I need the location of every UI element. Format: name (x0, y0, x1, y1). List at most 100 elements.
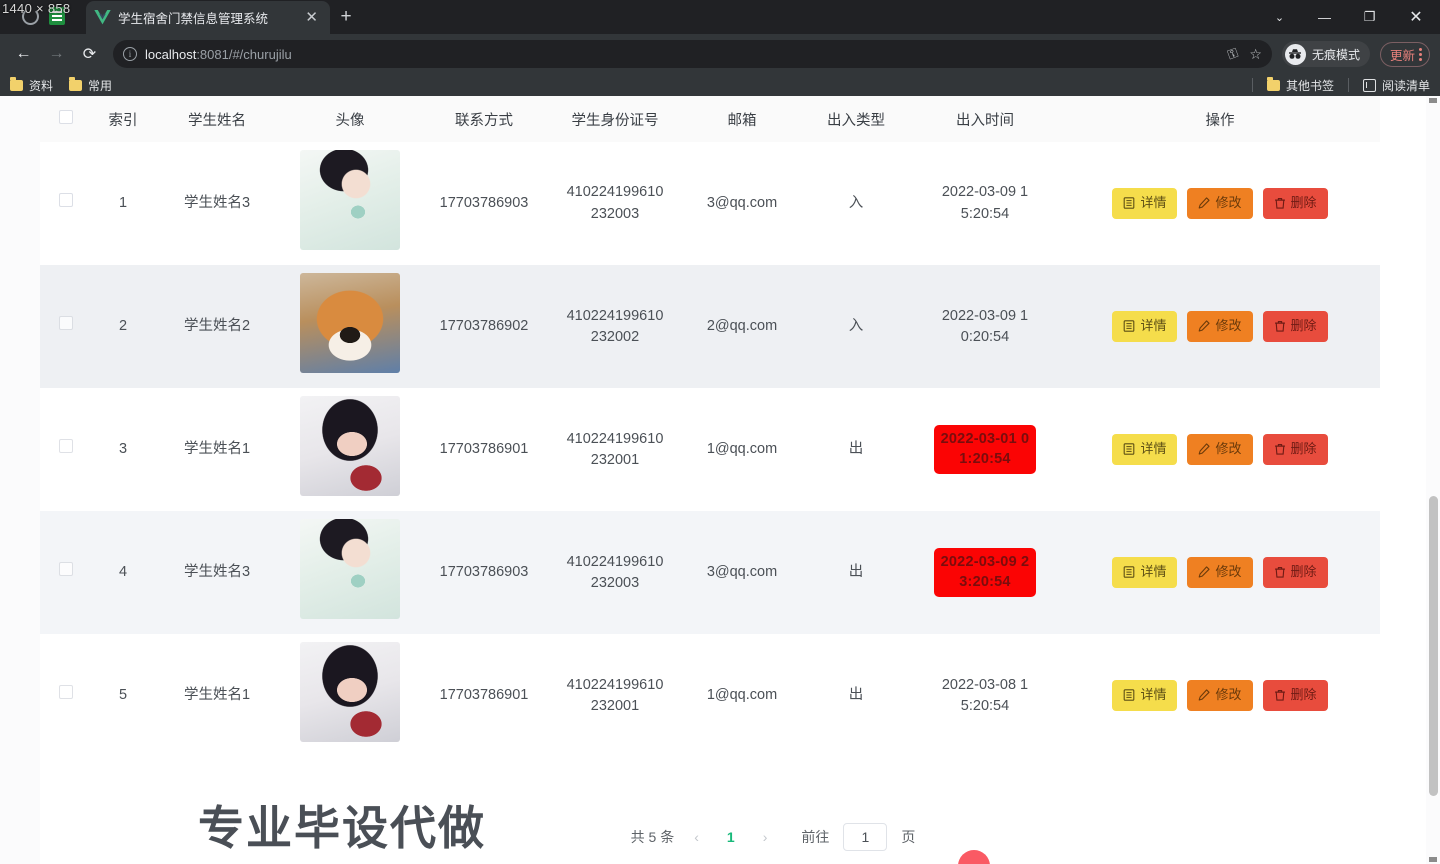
reading-list-button[interactable]: 阅读清单 (1362, 77, 1430, 94)
delete-button[interactable]: 删除 (1262, 188, 1328, 219)
cell-student-name: 学生姓名2 (154, 265, 280, 389)
column-header-avatar: 头像 (280, 96, 420, 142)
other-bookmarks-button[interactable]: 其他书签 (1266, 77, 1334, 94)
cell-phone: 17703786902 (420, 265, 548, 389)
row-select-cell (40, 511, 92, 635)
edit-button[interactable]: 修改 (1187, 188, 1253, 219)
page-scrollbar-thumb[interactable] (1429, 496, 1438, 796)
page-left-gutter (0, 96, 40, 864)
entry-exit-time: 2022-03-09 1 5:20:54 (941, 184, 1029, 222)
edit-button-label: 修改 (1215, 687, 1242, 703)
entry-exit-record-page: 索引 学生姓名 头像 联系方式 学生身份证号 邮箱 出入类型 出入时间 操作 1… (40, 96, 1426, 864)
dimension-overlay-label: 1440 × 858 (2, 1, 71, 16)
avatar-shiba-dog[interactable] (300, 273, 400, 374)
table-row[interactable]: 2 学生姓名2 17703786902 410224199610 232002 2@qq.… (40, 265, 1380, 389)
cell-entry-exit-type: 出 (802, 388, 910, 512)
table-header-row: 索引 学生姓名 头像 联系方式 学生身份证号 邮箱 出入类型 出入时间 操作 (40, 96, 1380, 142)
detail-button[interactable]: 详情 (1112, 434, 1178, 466)
column-header-index: 索引 (92, 96, 154, 142)
bookmark-item-ziliao[interactable]: 资料 (10, 77, 53, 94)
delete-button[interactable]: 删除 (1262, 680, 1328, 712)
avatar-hanfu-woman[interactable] (300, 519, 400, 620)
back-button[interactable]: ← (8, 39, 39, 70)
cell-operations: 详情 修改 删除 (1060, 265, 1380, 389)
browser-tab[interactable]: 学生宿舍门禁信息管理系统 ✕ (86, 1, 330, 34)
delete-button[interactable]: 删除 (1262, 311, 1328, 343)
address-bar[interactable]: i localhost:8081/#/churujilu ⚿ ☆ (113, 40, 1272, 68)
window-close-button[interactable]: ✕ (1392, 0, 1440, 34)
detail-button[interactable]: 详情 (1112, 311, 1178, 343)
pencil-icon (1198, 442, 1211, 457)
delete-button-label: 删除 (1290, 687, 1317, 703)
table-row[interactable]: 1 学生姓名3 17703786903 410224199610 232003 3@qq.… (40, 142, 1380, 266)
edit-button[interactable]: 修改 (1187, 434, 1253, 466)
table-row[interactable]: 5 学生姓名1 17703786901 410224199610 232001 1@qq.… (40, 634, 1380, 758)
incognito-indicator[interactable]: 无痕模式 (1281, 41, 1370, 67)
select-all-checkbox[interactable] (59, 110, 73, 124)
divider (1347, 78, 1349, 92)
trash-icon (1274, 566, 1286, 580)
table-row[interactable]: 4 学生姓名3 17703786903 410224199610 232003 3@qq.… (40, 511, 1380, 635)
bookmark-star-icon[interactable]: ☆ (1249, 46, 1262, 63)
edit-button-label: 修改 (1215, 318, 1242, 334)
browser-toolbar: ← → ⟳ i localhost:8081/#/churujilu ⚿ ☆ 无… (0, 34, 1440, 74)
window-maximize-button[interactable]: ❐ (1347, 0, 1392, 34)
scroll-up-cap[interactable] (1429, 98, 1437, 103)
row-action-group: 详情 修改 删除 (1064, 311, 1376, 343)
divider (1251, 78, 1253, 92)
scroll-down-cap[interactable] (1429, 857, 1437, 862)
bookmarks-bar-right: 其他书签 阅读清单 (1251, 77, 1430, 94)
row-checkbox[interactable] (59, 316, 73, 331)
edit-button-label: 修改 (1215, 564, 1242, 580)
table-row[interactable]: 3 学生姓名1 17703786901 410224199610 232001 1@qq.… (40, 388, 1380, 512)
row-checkbox[interactable] (59, 562, 73, 577)
window-expand-button[interactable]: ⌄ (1257, 0, 1302, 34)
detail-button[interactable]: 详情 (1112, 557, 1178, 589)
cell-avatar (280, 511, 420, 635)
pagination-total-label: 共 5 条 (630, 829, 675, 845)
window-minimize-button[interactable]: — (1302, 0, 1347, 34)
avatar-girl-portrait[interactable] (300, 642, 400, 743)
reload-button[interactable]: ⟳ (74, 39, 105, 70)
edit-button[interactable]: 修改 (1187, 680, 1253, 712)
new-tab-button[interactable]: + (334, 5, 358, 29)
trash-icon (1274, 443, 1286, 457)
cell-student-name: 学生姓名3 (154, 511, 280, 635)
delete-button[interactable]: 删除 (1262, 434, 1328, 466)
pagination-next-button[interactable]: › (757, 829, 774, 845)
edit-button[interactable]: 修改 (1187, 557, 1253, 589)
row-checkbox[interactable] (59, 439, 73, 454)
url-path: :8081/#/churujilu (196, 46, 292, 62)
reading-list-icon (1362, 78, 1376, 92)
page-scrollbar[interactable] (1426, 96, 1440, 864)
tab-close-icon[interactable]: ✕ (301, 8, 322, 27)
avatar-girl-portrait[interactable] (300, 396, 400, 497)
pencil-icon (1198, 319, 1211, 334)
edit-button[interactable]: 修改 (1187, 311, 1253, 343)
entry-exit-time: 2022-03-09 1 0:20:54 (941, 307, 1029, 345)
delete-button-label: 删除 (1290, 195, 1317, 211)
forward-button[interactable]: → (41, 39, 72, 70)
detail-button-label: 详情 (1140, 564, 1167, 580)
row-select-cell (40, 265, 92, 389)
chrome-menu-icon[interactable] (1419, 47, 1422, 61)
site-info-icon[interactable]: i (123, 47, 137, 61)
entry-exit-time-alert: 2022-03-01 0 1:20:54 (933, 424, 1037, 475)
update-button[interactable]: 更新 (1379, 41, 1430, 67)
pagination-goto-input[interactable]: 1 (843, 823, 888, 851)
avatar-hanfu-woman[interactable] (300, 150, 400, 250)
detail-button[interactable]: 详情 (1112, 680, 1178, 712)
document-icon (1123, 319, 1135, 334)
pagination-prev-button[interactable]: ‹ (688, 829, 705, 845)
row-action-group: 详情 修改 删除 (1064, 557, 1376, 589)
delete-button[interactable]: 删除 (1262, 557, 1328, 589)
bookmark-item-changyong[interactable]: 常用 (69, 77, 112, 94)
pagination-page-1[interactable]: 1 (719, 829, 743, 845)
row-checkbox[interactable] (59, 193, 73, 207)
cell-entry-exit-type: 出 (802, 511, 910, 635)
row-checkbox[interactable] (59, 685, 73, 700)
bookmark-label: 资料 (29, 78, 54, 93)
password-key-icon[interactable]: ⚿ (1225, 45, 1240, 63)
detail-button[interactable]: 详情 (1112, 188, 1178, 219)
reading-list-label: 阅读清单 (1381, 78, 1430, 93)
